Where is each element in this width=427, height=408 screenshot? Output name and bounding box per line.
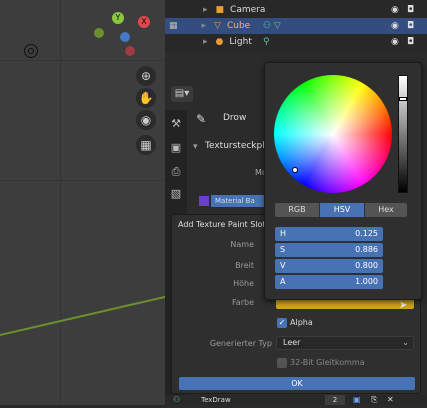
gizmo-z-ball[interactable]	[120, 32, 130, 42]
tool-tab-icon[interactable]: ⚒	[168, 116, 184, 132]
modifier-icon: ⚇ ▽	[263, 21, 281, 31]
alpha-checkbox[interactable]: ✓	[277, 318, 287, 328]
grid-ortho-icon[interactable]: ▦	[136, 135, 156, 155]
mode-hsv-button[interactable]: HSV	[320, 203, 364, 217]
3d-viewport[interactable]: Y X ⊕ ✋ ◉ ▦	[0, 0, 168, 405]
generated-type-label: Generierter Typ	[209, 339, 272, 348]
color-picker-popup: RGB HSV Hex H 0.125 S 0.886 V 0.800 A 1.000	[264, 62, 422, 300]
fake-user-icon[interactable]: ▣	[353, 395, 361, 405]
render-tab-icon[interactable]: ▣	[168, 140, 184, 156]
generated-type-select[interactable]: Leer ⌄	[276, 336, 414, 350]
name-label: Name	[230, 240, 254, 249]
tool-name: Drow	[223, 113, 247, 123]
render-camera-icon[interactable]: ◘	[407, 5, 414, 15]
height-label: Höhe	[233, 279, 254, 288]
visibility-eye-icon[interactable]: ◉	[391, 5, 399, 15]
chevron-down-icon: ⌄	[402, 338, 409, 347]
bottom-texture-bar: ⚇ TexDraw 2 ▣ ⎘ ✕	[165, 395, 427, 405]
expand-arrow-icon[interactable]: ▸	[202, 21, 207, 31]
gizmo-x-ball[interactable]: X	[138, 16, 150, 28]
zoom-icon[interactable]: ⊕	[136, 66, 156, 86]
user-count[interactable]: 2	[325, 395, 345, 405]
grid-line	[60, 0, 61, 405]
light-object-icon: ●	[215, 37, 224, 47]
field-value: 1.000	[355, 277, 378, 286]
expand-arrow-icon[interactable]: ▸	[203, 5, 208, 15]
render-camera-icon[interactable]: ◘	[407, 37, 414, 47]
wheel-cursor[interactable]	[292, 167, 298, 173]
hue-saturation-wheel[interactable]	[274, 75, 392, 193]
light-data-icon: ⚲	[263, 37, 270, 47]
ok-button[interactable]: OK	[179, 377, 415, 390]
generated-type-value: Leer	[283, 338, 301, 347]
view-layer-tab-icon[interactable]: ▧	[168, 186, 184, 202]
checker-icon: ▦	[169, 21, 178, 31]
field-name: S	[280, 245, 286, 254]
brush-icon: ✎	[196, 112, 207, 126]
editor-type-icon[interactable]: ▤▾	[171, 86, 193, 102]
outliner-label: Light	[229, 37, 252, 47]
mouse-cursor-icon: ➤	[399, 300, 408, 311]
gizmo-neg-y-ball[interactable]	[94, 28, 104, 38]
hue-field[interactable]: H 0.125	[275, 227, 383, 241]
outliner: ▸ ■ Camera ◉ ◘ ▦ ▸ ▽ Cube ⚇ ▽ ◉ ◘ ▸ ● Li…	[165, 0, 427, 52]
value-slider-handle[interactable]	[399, 97, 407, 101]
field-value: 0.886	[355, 245, 378, 254]
color-label: Farbe	[231, 298, 254, 307]
outliner-label: Cube	[226, 21, 251, 31]
panel-expand-icon[interactable]: ▾	[193, 142, 198, 152]
hand-pan-icon[interactable]: ✋	[136, 88, 156, 108]
camera-view-icon[interactable]: ◉	[136, 110, 156, 130]
alpha-field[interactable]: A 1.000	[275, 275, 383, 289]
camera-object-icon: ■	[215, 5, 225, 15]
texdraw-label[interactable]: TexDraw	[201, 395, 231, 405]
grid-line	[0, 60, 168, 61]
value-slider[interactable]	[398, 75, 408, 193]
close-icon[interactable]: ✕	[387, 395, 394, 405]
render-camera-icon[interactable]: ◘	[407, 21, 414, 31]
dialog-title: Add Texture Paint Slot	[178, 220, 266, 229]
alpha-label: Alpha	[290, 318, 313, 327]
x-axis-line	[0, 294, 168, 336]
outliner-row-camera[interactable]: ▸ ■ Camera ◉ ◘	[165, 2, 427, 18]
node-icon: ⚇	[173, 395, 181, 404]
width-label: Breit	[235, 261, 254, 270]
field-name: H	[280, 229, 287, 238]
mode-hex-button[interactable]: Hex	[365, 203, 407, 217]
field-name: V	[280, 261, 286, 270]
outliner-row-light[interactable]: ▸ ● Light ⚲ ◉ ◘	[165, 34, 427, 50]
field-value: 0.800	[355, 261, 378, 270]
grid-line	[0, 180, 168, 181]
material-base-item[interactable]: Material Ba	[211, 195, 267, 207]
outliner-label: Camera	[230, 5, 266, 15]
origin-center-icon	[28, 48, 34, 54]
field-name: A	[280, 277, 286, 286]
value-field[interactable]: V 0.800	[275, 259, 383, 273]
expand-arrow-icon[interactable]: ▸	[203, 37, 208, 47]
mesh-object-icon: ▽	[214, 21, 221, 31]
material-swatch	[199, 196, 209, 206]
texture-slots-header[interactable]: Textursteckpl	[205, 141, 265, 151]
saturation-field[interactable]: S 0.886	[275, 243, 383, 257]
mode-rgb-button[interactable]: RGB	[275, 203, 319, 217]
visibility-eye-icon[interactable]: ◉	[391, 37, 399, 47]
field-value: 0.125	[355, 229, 378, 238]
duplicate-icon[interactable]: ⎘	[371, 395, 377, 405]
visibility-eye-icon[interactable]: ◉	[391, 21, 399, 31]
float-label: 32-Bit Gleitkomma	[290, 358, 365, 367]
gizmo-neg-x-ball[interactable]	[125, 46, 135, 56]
gizmo-y-ball[interactable]: Y	[112, 12, 124, 24]
output-tab-icon[interactable]: ⎙	[168, 164, 184, 180]
float-checkbox[interactable]	[277, 358, 287, 368]
outliner-row-cube[interactable]: ▦ ▸ ▽ Cube ⚇ ▽ ◉ ◘	[165, 18, 427, 34]
